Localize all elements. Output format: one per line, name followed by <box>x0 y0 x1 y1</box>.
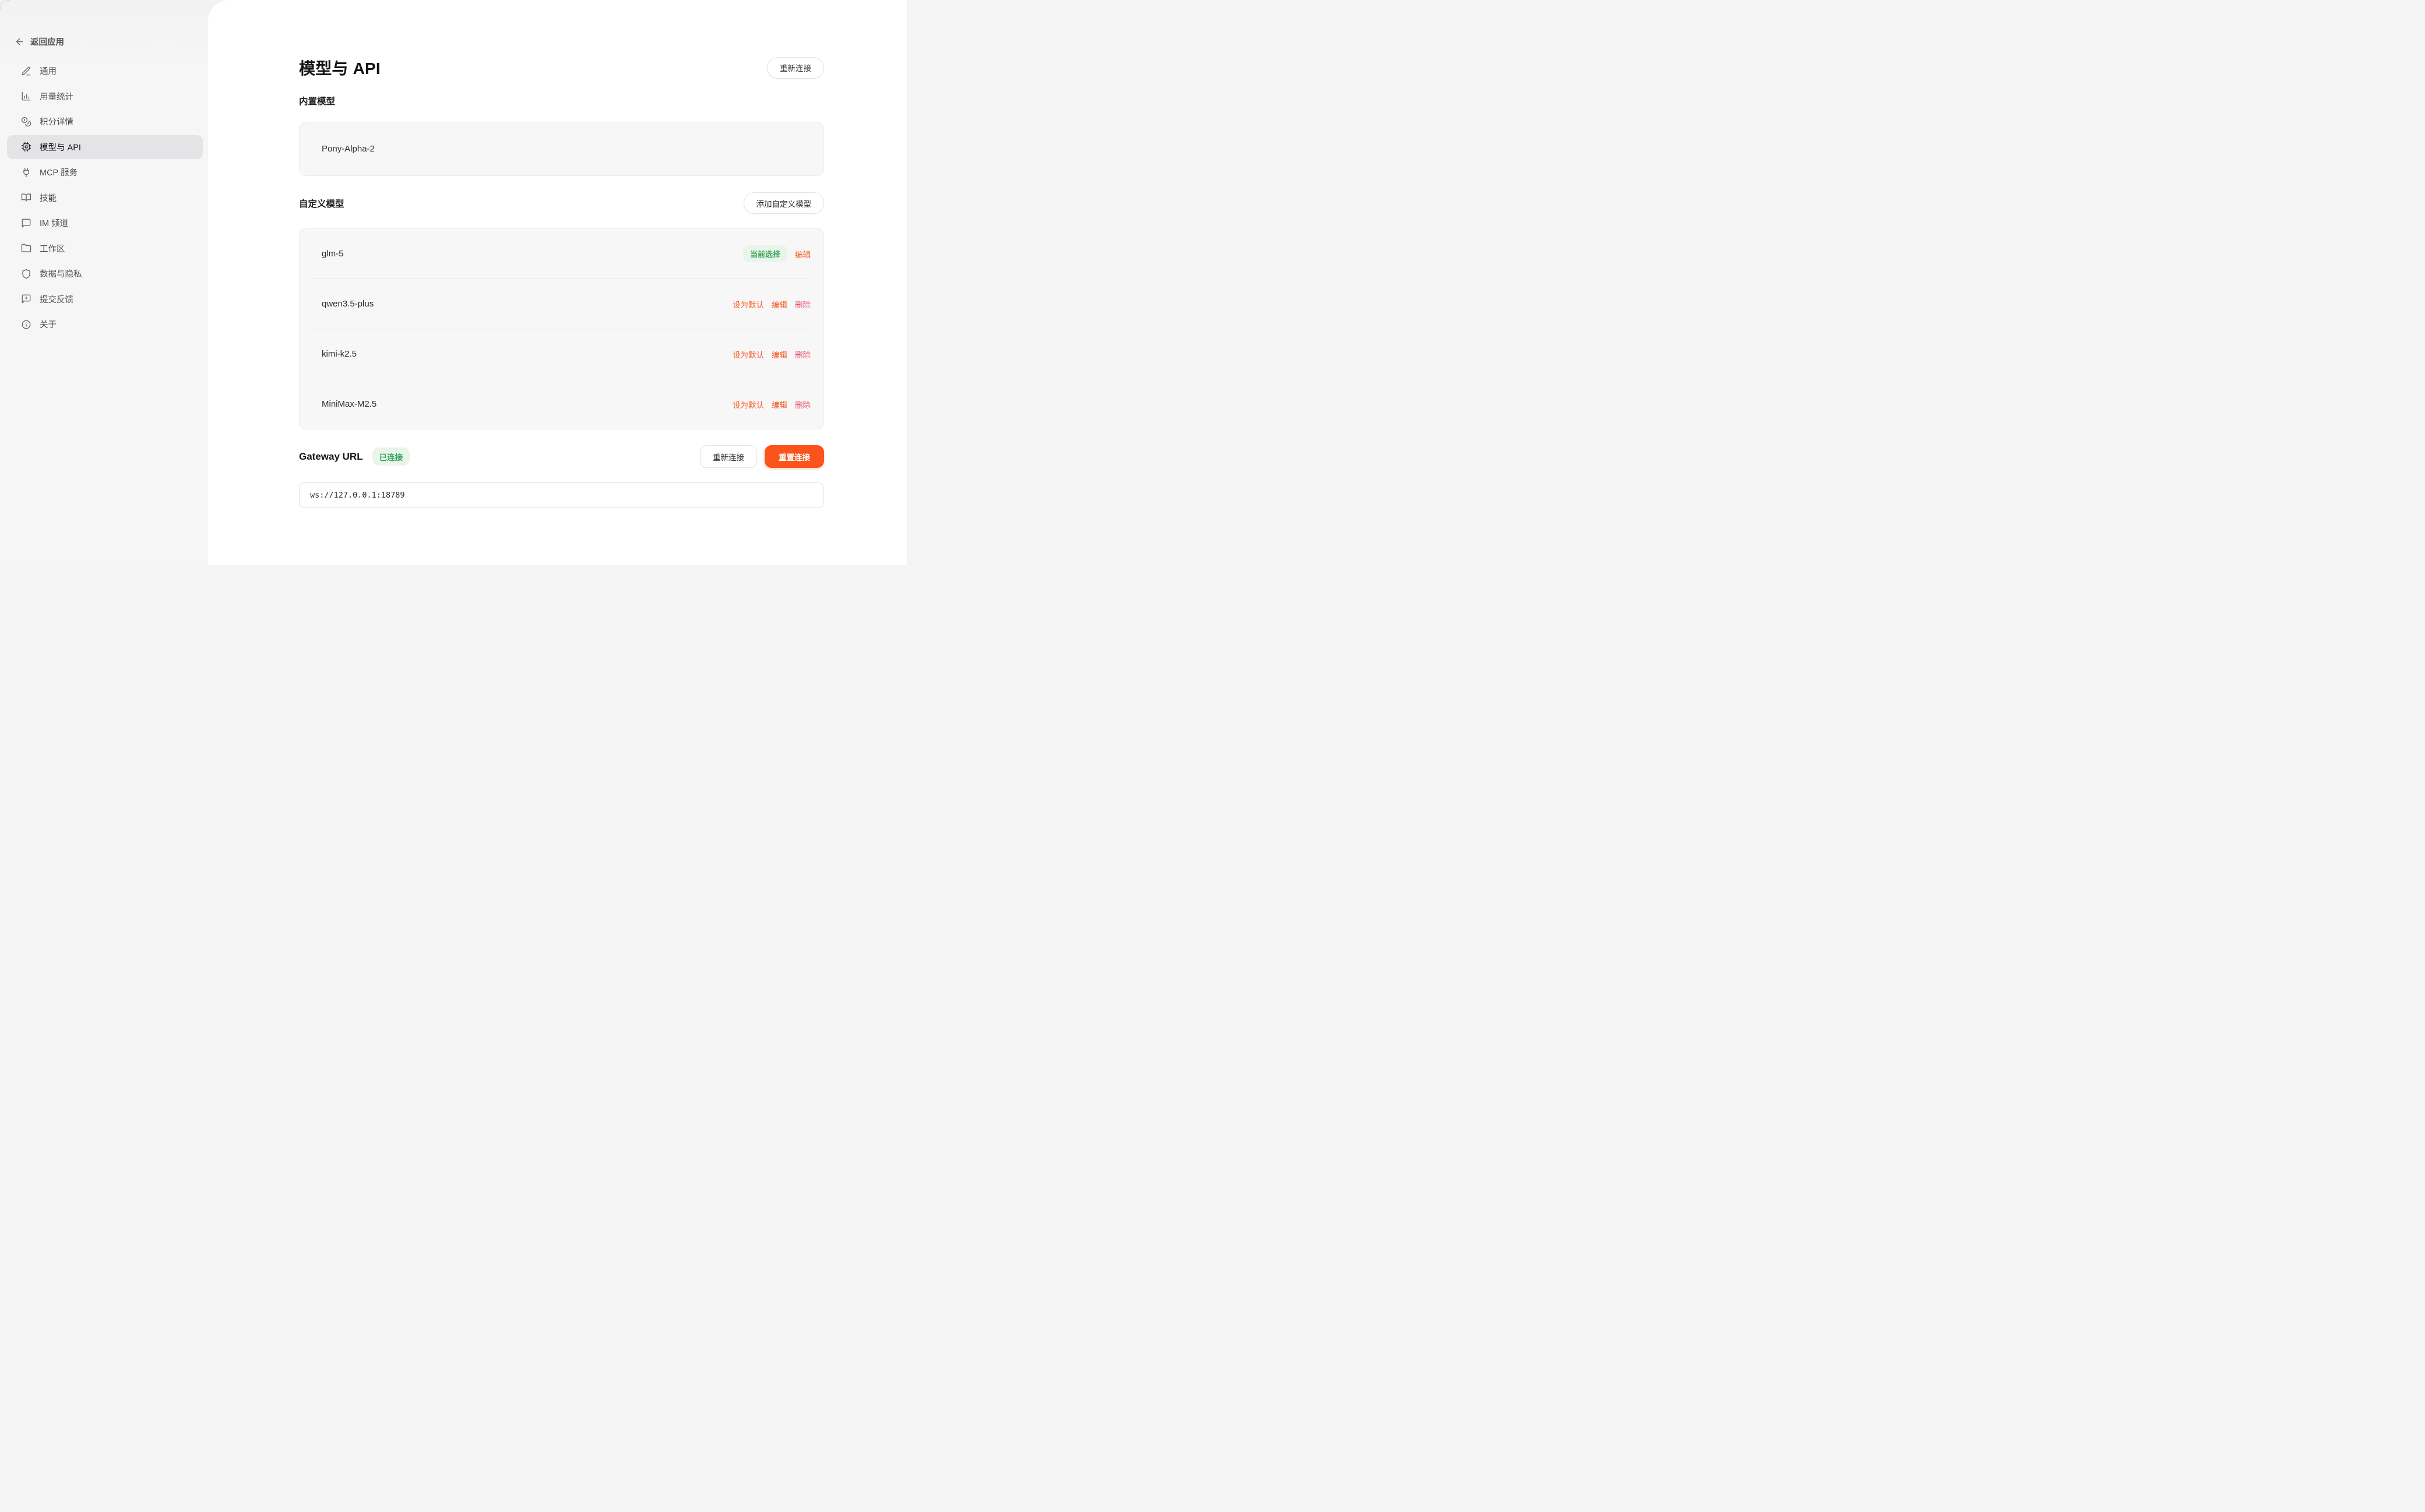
sidebar-item-label: 工作区 <box>40 242 65 255</box>
sidebar-item-usage-stats[interactable]: 用量统计 <box>7 84 203 108</box>
reconnect-button-top[interactable]: 重新连接 <box>767 57 824 79</box>
current-selection-badge: 当前选择 <box>743 245 787 262</box>
sidebar-item-models-api[interactable]: 模型与 API <box>7 135 203 159</box>
page-title: 模型与 API <box>299 56 381 79</box>
chat-bubble-icon <box>21 218 31 228</box>
sidebar-item-label: MCP 服务 <box>40 166 78 178</box>
gateway-url-label: Gateway URL <box>299 451 363 463</box>
builtin-models-card: Pony-Alpha-2 <box>299 122 824 176</box>
custom-models-card: glm-5 当前选择 编辑 qwen3.5-plus 设为默认 编辑 删除 <box>299 228 824 429</box>
builtin-model-row: Pony-Alpha-2 <box>300 122 823 175</box>
sidebar-item-mcp-services[interactable]: MCP 服务 <box>7 160 203 184</box>
delete-link[interactable]: 删除 <box>795 399 811 410</box>
pencil-icon <box>21 66 31 76</box>
sidebar-item-label: IM 频道 <box>40 217 68 229</box>
set-default-link[interactable]: 设为默认 <box>733 348 764 360</box>
add-custom-model-button[interactable]: 添加自定义模型 <box>744 192 825 214</box>
sidebar-item-workspace[interactable]: 工作区 <box>7 237 203 260</box>
back-to-app[interactable]: 返回应用 <box>15 33 208 50</box>
connected-badge: 已连接 <box>372 447 410 466</box>
sidebar-item-im-channels[interactable]: IM 频道 <box>7 211 203 235</box>
gateway-url-input[interactable] <box>299 482 824 508</box>
back-arrow-icon <box>15 37 24 47</box>
sidebar-item-general[interactable]: 通用 <box>7 59 203 83</box>
sidebar-item-label: 用量统计 <box>40 90 73 103</box>
app-window: 返回应用 通用 用量统计 积分详情 模型与 API MCP 服务 <box>0 0 907 565</box>
set-default-link[interactable]: 设为默认 <box>733 399 764 410</box>
model-name: MiniMax-M2.5 <box>322 399 376 409</box>
settings-content: 模型与 API 重新连接 内置模型 Pony-Alpha-2 自定义模型 添加自… <box>208 0 907 565</box>
model-row-minimax-m2-5: MiniMax-M2.5 设为默认 编辑 删除 <box>300 379 823 429</box>
model-row-kimi-k2-5: kimi-k2.5 设为默认 编辑 删除 <box>300 329 823 379</box>
builtin-models-heading: 内置模型 <box>299 94 824 107</box>
model-row-glm-5: glm-5 当前选择 编辑 <box>300 229 823 279</box>
sidebar-nav: 通用 用量统计 积分详情 模型与 API MCP 服务 技能 <box>0 59 208 336</box>
delete-link[interactable]: 删除 <box>795 348 811 360</box>
set-default-link[interactable]: 设为默认 <box>733 298 764 310</box>
sidebar-item-label: 积分详情 <box>40 115 73 128</box>
folder-icon <box>21 243 31 253</box>
cpu-chip-icon <box>21 142 31 152</box>
model-row-qwen3-5-plus: qwen3.5-plus 设为默认 编辑 删除 <box>300 279 823 329</box>
coins-icon <box>21 117 31 127</box>
plug-icon <box>21 167 31 178</box>
custom-models-heading: 自定义模型 <box>299 197 344 210</box>
edit-link[interactable]: 编辑 <box>772 399 787 410</box>
reconnect-button[interactable]: 重新连接 <box>700 445 757 468</box>
sidebar-item-label: 通用 <box>40 65 57 77</box>
model-name: glm-5 <box>322 249 344 259</box>
bar-chart-icon <box>21 91 31 101</box>
sidebar-item-label: 提交反馈 <box>40 293 73 305</box>
reset-connection-button[interactable]: 重置连接 <box>765 445 824 468</box>
delete-link[interactable]: 删除 <box>795 298 811 310</box>
sidebar-item-label: 模型与 API <box>40 141 81 153</box>
builtin-model-name: Pony-Alpha-2 <box>322 144 375 154</box>
model-name: qwen3.5-plus <box>322 299 374 309</box>
edit-link[interactable]: 编辑 <box>772 298 787 310</box>
sidebar-item-label: 技能 <box>40 192 57 204</box>
message-plus-icon <box>21 294 31 304</box>
back-to-app-label: 返回应用 <box>30 36 64 48</box>
sidebar-item-label: 数据与隐私 <box>40 267 82 280</box>
edit-link[interactable]: 编辑 <box>772 348 787 360</box>
shield-icon <box>21 269 31 279</box>
sidebar-item-label: 关于 <box>40 318 57 330</box>
sidebar-item-skills[interactable]: 技能 <box>7 186 203 210</box>
settings-sidebar: 返回应用 通用 用量统计 积分详情 模型与 API MCP 服务 <box>0 0 208 565</box>
book-open-icon <box>21 192 31 203</box>
edit-link[interactable]: 编辑 <box>795 248 811 260</box>
sidebar-item-credits[interactable]: 积分详情 <box>7 110 203 133</box>
sidebar-item-data-privacy[interactable]: 数据与隐私 <box>7 262 203 286</box>
sidebar-item-about[interactable]: 关于 <box>7 312 203 336</box>
sidebar-item-feedback[interactable]: 提交反馈 <box>7 287 203 311</box>
model-name: kimi-k2.5 <box>322 349 357 359</box>
info-icon <box>21 319 31 330</box>
